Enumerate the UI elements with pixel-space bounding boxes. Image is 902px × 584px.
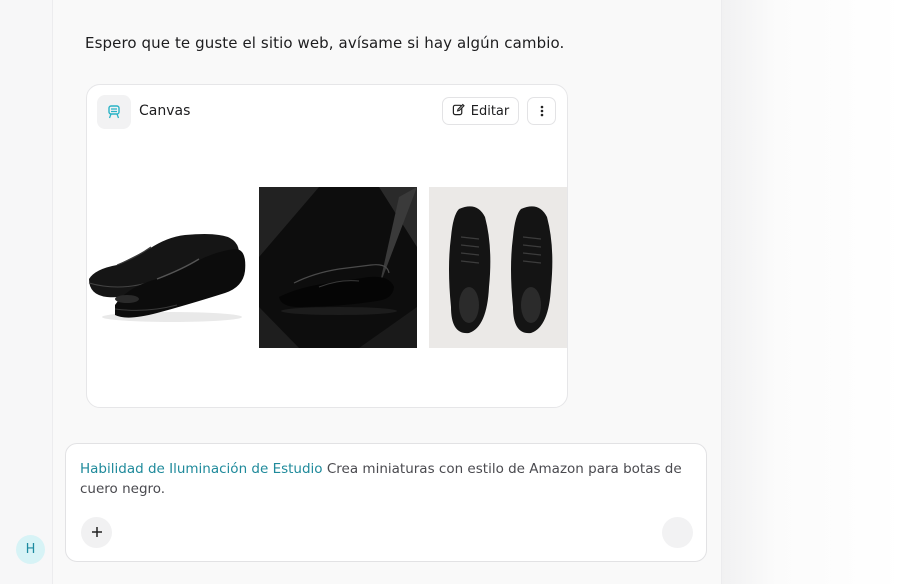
canvas-title: Canvas: [139, 103, 191, 119]
app-window: H Espero que te guste el sitio web, avís…: [0, 0, 902, 584]
edit-button[interactable]: Editar: [442, 97, 519, 125]
canvas-card[interactable]: Canvas Editar: [86, 84, 568, 408]
oxford-shoes-image[interactable]: [87, 187, 251, 348]
plus-icon: [91, 523, 103, 542]
right-panel: [721, 0, 902, 584]
shoes-dark-backdrop-image[interactable]: [259, 187, 417, 348]
prompt-composer[interactable]: Habilidad de Iluminación de Estudio Crea…: [65, 443, 707, 562]
pencil-edit-icon: [452, 103, 465, 120]
shoes-top-view-image[interactable]: [429, 187, 567, 348]
assistant-message: Espero que te guste el sitio web, avísam…: [85, 34, 565, 52]
left-rail: H: [0, 0, 53, 584]
add-attachment-button[interactable]: [81, 517, 112, 548]
prompt-input[interactable]: Habilidad de Iluminación de Estudio Crea…: [80, 459, 690, 499]
avatar-initial: H: [25, 542, 36, 557]
more-vertical-icon: [540, 102, 544, 121]
edit-label: Editar: [470, 103, 510, 119]
canvas-icon: [97, 95, 131, 129]
user-avatar[interactable]: H: [16, 535, 45, 564]
chat-panel: Espero que te guste el sitio web, avísam…: [53, 0, 721, 584]
skill-tag[interactable]: Habilidad de Iluminación de Estudio: [80, 461, 323, 477]
more-options-button[interactable]: [527, 97, 556, 125]
send-button[interactable]: [662, 517, 693, 548]
